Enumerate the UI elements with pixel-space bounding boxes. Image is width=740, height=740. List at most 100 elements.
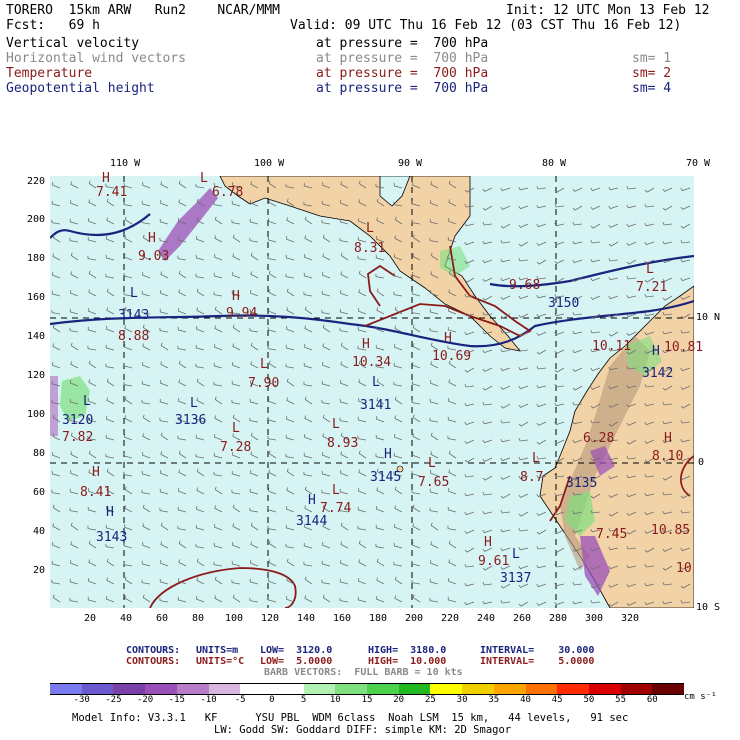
x-tick-label: 40 xyxy=(120,613,133,624)
colorbar-label: -30 xyxy=(73,695,90,705)
colorbar-label: 25 xyxy=(424,695,436,705)
low-symbol: L xyxy=(190,396,198,411)
y-tick-label: 200 xyxy=(27,214,46,225)
low-value: 8.7 xyxy=(520,470,544,485)
y-tick-label: 40 xyxy=(33,526,46,537)
field-name: Horizontal wind vectors xyxy=(6,51,187,66)
lon-label: 110 W xyxy=(110,158,141,169)
colorbar-swatch xyxy=(113,683,146,695)
high-symbol: H xyxy=(664,431,672,446)
model-title: TORERO 15km ARW Run2 NCAR/MMM xyxy=(6,3,280,18)
lat-label: 10 N xyxy=(696,312,721,323)
low-value: 10.85 xyxy=(651,523,691,538)
high-value: 10.34 xyxy=(352,355,392,370)
colorbar-swatch xyxy=(145,683,178,695)
high-value: 10.69 xyxy=(432,349,472,364)
lat-label: 10 S xyxy=(696,602,721,613)
x-tick-label: 240 xyxy=(477,613,496,624)
colorbar-label: 10 xyxy=(329,695,341,705)
colorbar-swatch xyxy=(240,683,273,695)
high-symbol: H xyxy=(444,331,452,346)
low-value: 7.82 xyxy=(62,430,94,445)
colorbar-swatch xyxy=(303,683,336,695)
low-symbol: L xyxy=(232,421,240,436)
high-value: 3145 xyxy=(370,470,402,485)
high-symbol: H xyxy=(102,171,110,186)
forecast-hour: Fcst: 69 h xyxy=(6,18,100,33)
field-name: Vertical velocity xyxy=(6,36,140,51)
lon-label: 70 W xyxy=(686,158,711,169)
y-tick-label: 60 xyxy=(33,487,46,498)
low-symbol: L xyxy=(260,357,268,372)
colorbar-swatch xyxy=(81,683,114,695)
contour-interval: INTERVAL= 5.0000 xyxy=(480,656,595,667)
low-value: 7.28 xyxy=(220,440,252,455)
field-smoothing: sm= 1 xyxy=(632,51,672,66)
lon-label: 80 W xyxy=(542,158,567,169)
low-value: 3120 xyxy=(62,413,94,428)
low-symbol: L xyxy=(332,483,340,498)
y-tick-label: 120 xyxy=(27,370,46,381)
lat-label: 0 xyxy=(698,457,705,468)
field-name: Temperature xyxy=(6,66,93,81)
x-tick-label: 20 xyxy=(84,613,97,624)
low-symbol: L xyxy=(366,221,374,236)
colorbar-swatch xyxy=(493,683,526,695)
low-value: 10.11 xyxy=(592,339,632,354)
field-smoothing: sm= 2 xyxy=(632,66,672,81)
colorbar-swatch xyxy=(620,683,653,695)
low-symbol: L xyxy=(646,262,654,277)
field-smoothing: sm= 4 xyxy=(632,81,672,96)
colorbar-swatch xyxy=(398,683,431,695)
x-tick-label: 320 xyxy=(621,613,640,624)
field-level: at pressure = 700 hPa xyxy=(316,36,489,51)
low-symbol: L xyxy=(372,375,380,390)
low-value: 7.45 xyxy=(596,527,628,542)
colorbar-label: -20 xyxy=(136,695,154,705)
barb-info: BARB VECTORS: FULL BARB = 10 kts xyxy=(264,667,463,678)
colorbar-swatch xyxy=(588,683,622,695)
low-value: 3136 xyxy=(175,413,207,428)
colorbar-label: 30 xyxy=(456,695,468,705)
low-value: 3141 xyxy=(360,398,392,413)
high-symbol: H xyxy=(92,465,100,480)
low-value: 3143 xyxy=(118,308,150,323)
colorbar-swatch xyxy=(335,683,368,695)
x-tick-label: 200 xyxy=(405,613,424,624)
colorbar-label: 55 xyxy=(615,695,627,705)
high-symbol: H xyxy=(148,231,156,246)
x-tick-label: 300 xyxy=(585,613,604,624)
colorbar-label: 45 xyxy=(551,695,563,705)
low-value: 7.21 xyxy=(636,280,668,295)
physics-info: LW: Godd SW: Goddard DIFF: simple KM: 2D… xyxy=(214,724,512,736)
colorbar-label: -25 xyxy=(105,695,122,705)
y-tick-label: 220 xyxy=(27,176,46,187)
high-value: 10.81 xyxy=(664,340,704,355)
colorbar-units: cm s⁻¹ xyxy=(684,692,717,702)
field-level: at pressure = 700 hPa xyxy=(316,51,489,66)
x-tick-label: 100 xyxy=(225,613,244,624)
high-symbol: H xyxy=(384,447,392,462)
colorbar-label: 20 xyxy=(393,695,405,705)
x-tick-label: 220 xyxy=(441,613,460,624)
colorbar-label: -5 xyxy=(234,695,246,705)
y-tick-label: 140 xyxy=(27,331,46,342)
colorbar-swatch xyxy=(176,683,209,695)
colorbar-label: 5 xyxy=(300,695,307,705)
low-value: 8.31 xyxy=(354,241,386,256)
colorbar-label: -15 xyxy=(168,695,185,705)
low-symbol: L xyxy=(200,171,208,186)
colorbar-swatch xyxy=(652,683,685,695)
low-symbol: L xyxy=(130,286,138,301)
y-tick-label: 100 xyxy=(27,409,46,420)
colorbar-label: 0 xyxy=(269,695,275,705)
low-symbol: L xyxy=(332,417,340,432)
high-value: 9.03 xyxy=(138,249,170,264)
field-level: at pressure = 700 hPa xyxy=(316,81,489,96)
low-value: 6.78 xyxy=(212,185,244,200)
valid-time: Valid: 09 UTC Thu 16 Feb 12 (03 CST Thu … xyxy=(290,18,682,33)
high-value: 7.41 xyxy=(96,185,128,200)
x-tick-label: 160 xyxy=(333,613,352,624)
colorbar-swatch xyxy=(462,683,495,695)
low-value: 7.65 xyxy=(418,475,450,490)
